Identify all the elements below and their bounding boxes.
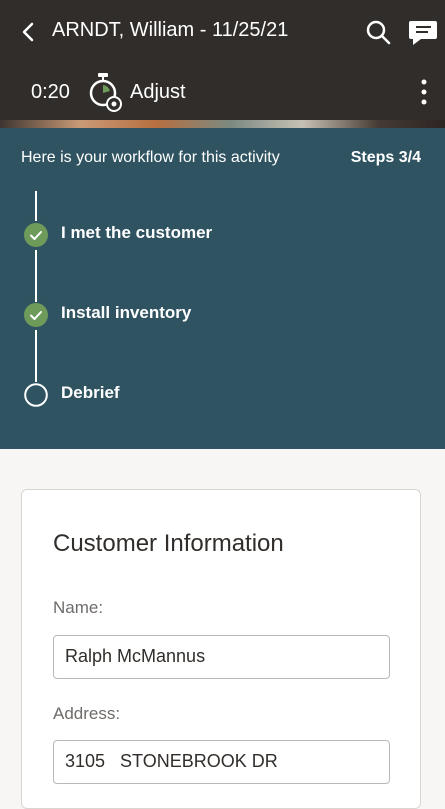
steps-counter: Steps 3/4 bbox=[350, 149, 421, 166]
address-label: Address: bbox=[53, 704, 121, 723]
workflow-connector bbox=[35, 250, 37, 302]
workflow-connector bbox=[35, 191, 37, 221]
name-field[interactable]: Ralph McMannus bbox=[53, 635, 390, 679]
name-label: Name: bbox=[53, 598, 104, 617]
workflow-step-label[interactable]: I met the customer bbox=[61, 223, 212, 243]
check-circle-icon bbox=[24, 303, 48, 327]
app-header: ARNDT, William - 11/25/21 bbox=[0, 0, 445, 63]
empty-circle-icon bbox=[24, 383, 48, 407]
activity-toolbar: 0:20 Adjust bbox=[0, 63, 445, 120]
workflow-step-label[interactable]: Install inventory bbox=[61, 303, 191, 323]
workflow-intro: Here is your workflow for this activity bbox=[21, 149, 280, 166]
section-title: Customer Information bbox=[53, 530, 284, 557]
more-vertical-icon[interactable] bbox=[412, 77, 436, 107]
address-field[interactable]: 3105 STONEBROOK DR bbox=[53, 740, 390, 784]
check-circle-icon bbox=[24, 223, 48, 247]
workflow-step-label[interactable]: Debrief bbox=[61, 383, 120, 403]
chat-icon[interactable] bbox=[408, 17, 438, 47]
search-icon[interactable] bbox=[364, 18, 392, 46]
workflow-panel: Here is your workflow for this activity … bbox=[0, 128, 445, 449]
page-title: ARNDT, William - 11/25/21 bbox=[52, 19, 289, 41]
stopwatch-gear-icon[interactable] bbox=[86, 71, 124, 113]
customer-info-card: Customer Information Name: Ralph McMannu… bbox=[21, 489, 421, 809]
chevron-left-icon[interactable] bbox=[16, 18, 40, 46]
activity-timer: 0:20 bbox=[31, 81, 70, 103]
workflow-connector bbox=[35, 330, 37, 382]
adjust-button[interactable]: Adjust bbox=[130, 81, 186, 104]
